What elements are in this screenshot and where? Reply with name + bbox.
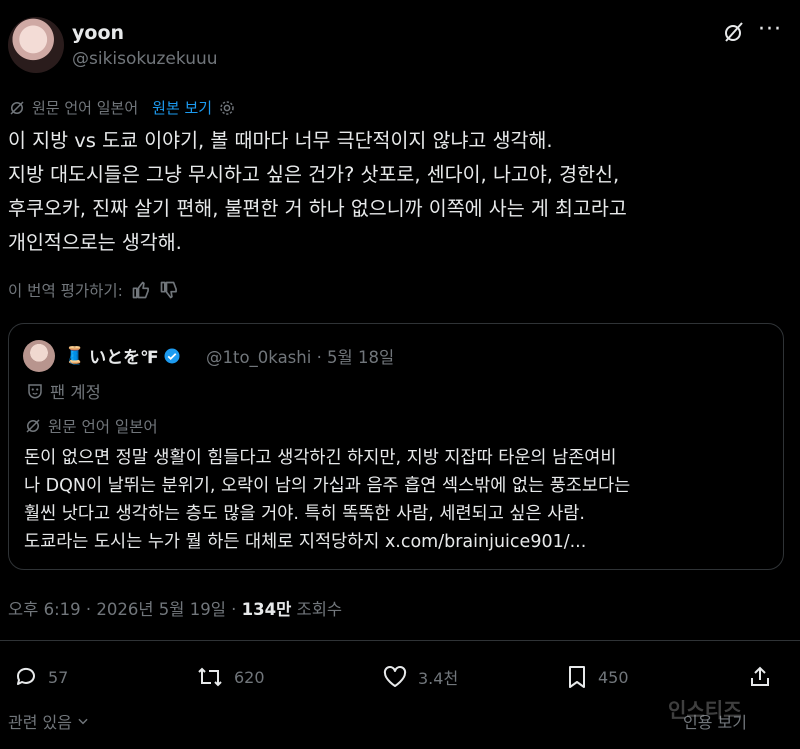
quote-translation-label: 원문 언어 일본어 xyxy=(48,418,158,436)
repost-button[interactable]: 620 xyxy=(196,665,265,689)
quote-author-avatar[interactable] xyxy=(23,340,55,372)
translate-icon xyxy=(8,99,26,117)
quote-text: 돈이 없으면 정말 생활이 힘들다고 생각하긴 하지만, 지방 지잡따 타운의 … xyxy=(24,444,774,556)
quote-author-name-text: いとを℉ xyxy=(89,348,159,368)
quote-line: 돈이 없으면 정말 생활이 힘들다고 생각하긴 하지만, 지방 지잡따 타운의 … xyxy=(24,448,617,468)
bookmark-count: 450 xyxy=(598,667,629,687)
tweet-line: 이 지방 vs 도쿄 이야기, 볼 때마다 너무 극단적이지 않냐고 생각해. xyxy=(8,129,553,152)
reply-button[interactable]: 57 xyxy=(14,665,68,689)
watermark: 인스티즈 xyxy=(668,698,742,722)
quote-line: 훨씬 낫다고 생각하는 층도 많을 거야. 특히 똑똑한 사람, 세련되고 싶은… xyxy=(24,504,585,524)
tweet-line: 후쿠오카, 진짜 살기 편해, 불편한 거 하나 없으니까 이쪽에 사는 게 최… xyxy=(8,197,627,220)
repost-icon xyxy=(196,665,224,689)
quote-line: 나 DQN이 날뛰는 분위기, 오락이 남의 가십과 음주 흡연 섹스밖에 없는… xyxy=(24,476,631,496)
share-button[interactable] xyxy=(748,665,772,689)
related-section-toggle[interactable]: 관련 있음 xyxy=(8,709,90,733)
verified-badge-icon xyxy=(163,347,181,365)
grok-icon[interactable] xyxy=(722,20,746,44)
bookmark-icon xyxy=(566,665,588,689)
quote-author-name[interactable]: 🧵 いとを℉ xyxy=(64,343,181,368)
timestamp-text: 오후 6:19 · 2026년 5월 19일 · xyxy=(8,600,242,619)
repost-count: 620 xyxy=(234,667,265,687)
thread-emoji: 🧵 xyxy=(64,345,86,366)
more-options-button[interactable]: ··· xyxy=(758,17,782,42)
settings-gear-icon[interactable] xyxy=(218,99,236,117)
thumbs-down-icon[interactable] xyxy=(159,280,179,300)
view-count: 134만 xyxy=(241,600,292,619)
reply-count: 57 xyxy=(48,667,69,687)
fan-account-label: 팬 계정 xyxy=(50,383,101,402)
fan-account-badge: 팬 계정 xyxy=(26,379,101,403)
tweet-line: 지방 대도시들은 그냥 무시하고 싶은 건가? 삿포로, 센다이, 나고야, 경… xyxy=(8,163,620,186)
translation-label: 원문 언어 일본어 xyxy=(32,99,139,117)
like-button[interactable]: 3.4천 xyxy=(382,665,458,689)
quote-translation-notice: 원문 언어 일본어 xyxy=(24,415,158,437)
divider xyxy=(0,640,800,641)
reply-icon xyxy=(14,665,38,689)
bookmark-button[interactable]: 450 xyxy=(566,665,629,689)
tweet-timestamp: 오후 6:19 · 2026년 5월 19일 · 134만 조회수 xyxy=(8,596,342,620)
thumbs-up-icon[interactable] xyxy=(131,280,151,300)
rate-translation: 이 번역 평가하기: xyxy=(8,279,179,301)
view-label: 조회수 xyxy=(291,600,343,619)
author-name[interactable]: yoon xyxy=(72,22,124,44)
heart-icon xyxy=(382,665,408,689)
quote-line: 도쿄라는 도시는 누가 뭘 하든 대체로 지적당하지 x.com/brainju… xyxy=(24,532,587,552)
author-avatar[interactable] xyxy=(8,17,64,73)
tweet-line: 개인적으로는 생각해. xyxy=(8,231,182,254)
share-icon xyxy=(748,665,772,689)
show-original-link[interactable]: 원본 보기 xyxy=(152,97,212,118)
translate-icon xyxy=(24,417,42,435)
tweet-text: 이 지방 vs 도쿄 이야기, 볼 때마다 너무 극단적이지 않냐고 생각해. … xyxy=(8,124,792,260)
chevron-down-icon xyxy=(76,714,90,728)
rate-label: 이 번역 평가하기: xyxy=(8,282,123,300)
author-handle[interactable]: @sikisokuzekuuu xyxy=(72,49,218,69)
translation-notice: 원문 언어 일본어 원본 보기 xyxy=(8,97,236,118)
mask-icon xyxy=(26,382,44,400)
quote-handle-date: @1to_0kashi · 5월 18일 xyxy=(206,348,395,367)
like-count: 3.4천 xyxy=(418,669,459,688)
related-label: 관련 있음 xyxy=(8,713,72,732)
